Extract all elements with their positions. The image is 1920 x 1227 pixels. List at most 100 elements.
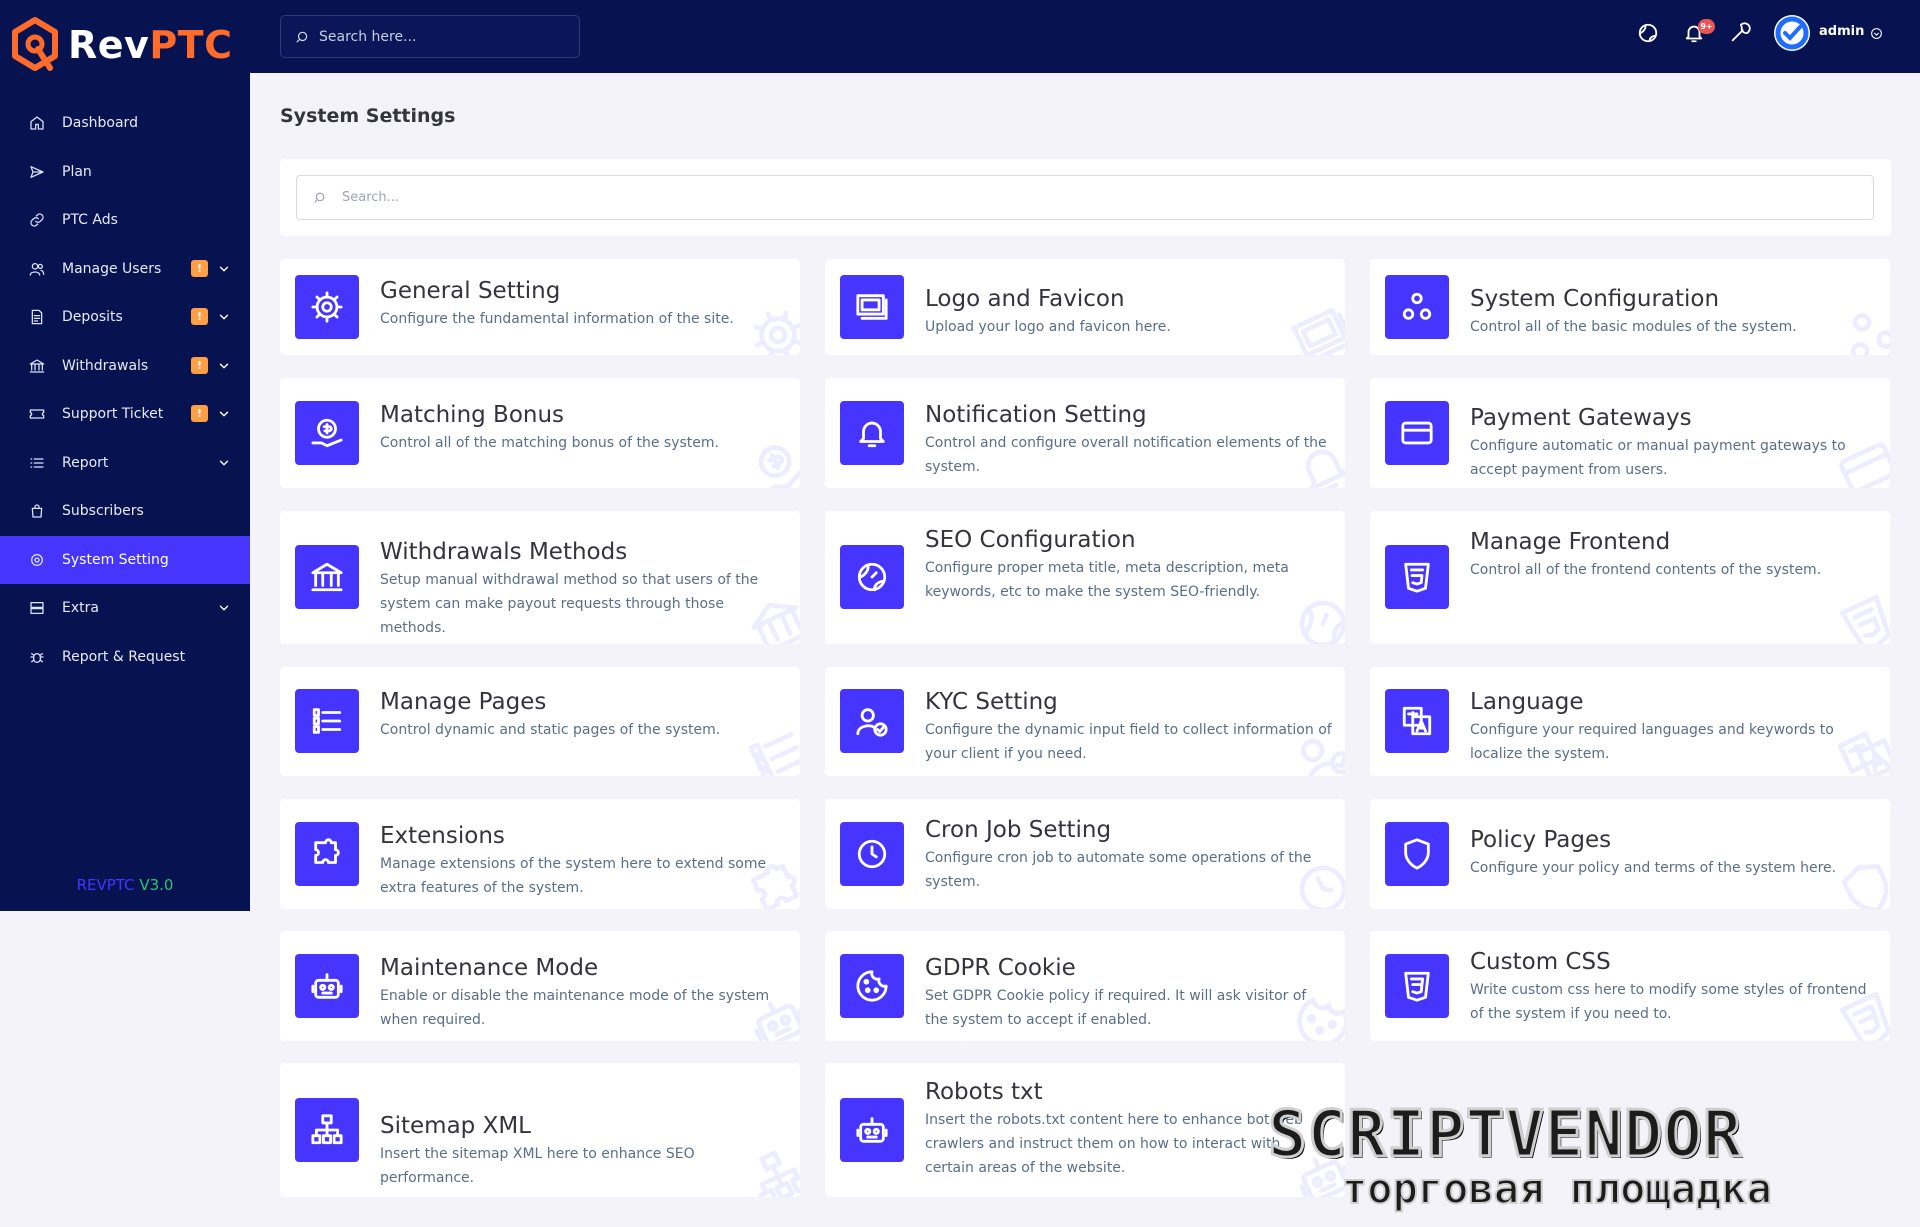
robot-icon [840,1098,904,1162]
file-invoice-icon [28,308,46,326]
sidebar-item-manage-users[interactable]: Manage Users ! [0,245,250,294]
settings-card-gdpr-cookie[interactable]: GDPR Cookie Set GDPR Cookie policy if req… [825,931,1345,1041]
card-description: Write custom css here to modify some sty… [1470,982,1867,1022]
settings-card-language[interactable]: Language Configure your required language… [1370,667,1890,776]
global-search-input[interactable]: Search here... [280,15,580,58]
alert-badge: ! [191,405,208,422]
user-check-icon [840,689,904,753]
card-title: Robots txt [925,1079,1043,1105]
sidebar-item-deposits[interactable]: Deposits ! [0,293,250,342]
card-title: Withdrawals Methods [380,539,628,565]
sidebar-item-extra[interactable]: Extra [0,584,250,633]
card-title: SEO Configuration [925,527,1136,553]
card-title: GDPR Cookie [925,955,1076,981]
robot-icon [295,954,359,1018]
settings-card-kyc-setting[interactable]: KYC Setting Configure the dynamic input f… [825,667,1345,776]
wrench-icon[interactable] [1729,22,1751,44]
settings-card-maintenance-mode[interactable]: Maintenance Mode Enable or disable the ma… [280,931,800,1041]
card-title: Maintenance Mode [380,955,599,981]
sidebar-item-ptc-ads[interactable]: PTC Ads [0,196,250,245]
settings-card-withdrawals-methods[interactable]: Withdrawals Methods Setup manual withdraw… [280,511,800,644]
sidebar-item-label: Dashboard [62,115,138,132]
settings-card-policy-pages[interactable]: Policy Pages Configure your policy and te… [1370,799,1890,909]
globe-icon[interactable] [1637,22,1659,44]
sidebar-item-plan[interactable]: Plan [0,148,250,197]
decorative-html5-icon [1831,587,1890,644]
sidebar-item-report-request[interactable]: Report & Request [0,633,250,682]
card-title: Extensions [380,823,505,849]
card-description: Enable or disable the maintenance mode o… [380,988,770,1028]
chevron-down-icon [217,601,231,615]
settings-card-general-setting[interactable]: General Setting Configure the fundamental… [280,259,800,355]
admin-username[interactable]: admin [1819,24,1864,39]
card-title: System Configuration [1470,286,1720,312]
list-icon [295,689,359,753]
settings-card-extensions[interactable]: Extensions Manage extensions of the syste… [280,799,800,909]
sidebar-item-label: Withdrawals [62,357,149,374]
sidebar-item-label: Support Ticket [62,406,164,423]
sidebar-item-system-setting[interactable]: System Setting [0,535,250,584]
settings-card-robots-txt[interactable]: Robots txt Insert the robots.txt content … [825,1063,1345,1197]
sidebar-item-withdrawals[interactable]: Withdrawals ! [0,342,250,391]
version-name: REVPTC [76,876,135,894]
card-description: Insert the sitemap XML here to enhance S… [380,1146,695,1186]
chevron-down-icon [217,310,231,324]
alert-badge: ! [191,308,208,325]
card-title: KYC Setting [925,689,1058,715]
card-title: Payment Gateways [1470,405,1692,431]
settings-card-custom-css[interactable]: Custom CSS Write custom css here to modif… [1370,931,1890,1041]
sidebar-item-subscribers[interactable]: Subscribers [0,487,250,536]
settings-card-cron-job-setting[interactable]: Cron Job Setting Configure cron job to au… [825,799,1345,909]
sitemap-icon [295,1098,359,1162]
search-placeholder: Search here... [319,28,417,45]
card-description: Control all of the matching bonus of the… [380,435,719,451]
search-icon [314,192,325,203]
logo-mark-icon [12,17,58,71]
card-title: Logo and Favicon [925,286,1125,312]
brand-logo[interactable]: Rev PTC [10,14,232,76]
bell-icon [840,401,904,465]
list-icon [28,454,46,472]
sidebar-item-label: Plan [62,163,92,180]
settings-card-manage-pages[interactable]: Manage Pages Control dynamic and static p… [280,667,800,776]
sidebar-item-dashboard[interactable]: Dashboard [0,99,250,148]
chevron-down-icon [217,359,231,373]
settings-card-payment-gateways[interactable]: Payment Gateways Configure automatic or m… [1370,378,1890,488]
bag-icon [28,502,46,520]
card-description: Control and configure overall notificati… [925,435,1327,475]
sidebar-item-support-ticket[interactable]: Support Ticket ! [0,390,250,439]
card-title: Manage Pages [380,689,547,715]
card-description: Configure cron job to automate some oper… [925,850,1312,890]
settings-card-seo-configuration[interactable]: SEO Configuration Configure proper meta t… [825,511,1345,644]
credit-card-icon [1385,401,1449,465]
card-title: Notification Setting [925,402,1147,428]
home-icon [28,114,46,132]
settings-search-input[interactable]: Search... [296,175,1874,220]
card-title: Manage Frontend [1470,529,1671,555]
alert-badge: ! [191,356,208,374]
settings-card-system-configuration[interactable]: System Configuration Control all of the b… [1370,259,1890,355]
sidebar-item-label: Report [62,454,109,471]
send-icon [28,163,46,181]
card-title: Matching Bonus [380,402,565,428]
logo-text-main: Rev [68,23,150,67]
card-description: Configure your policy and terms of the s… [1470,860,1837,876]
avatar[interactable] [1774,15,1810,51]
settings-card-notification-setting[interactable]: Notification Setting Control and configur… [825,378,1345,488]
card-title: Custom CSS [1470,949,1611,975]
settings-card-manage-frontend[interactable]: Manage Frontend Control all of the fronte… [1370,511,1890,644]
settings-search-card: Search... [280,159,1891,236]
sidebar-item-report[interactable]: Report [0,439,250,488]
card-description: Manage extensions of the system here to … [380,856,767,896]
settings-card-matching-bonus[interactable]: Matching Bonus Control all of the matchin… [280,378,800,488]
sidebar-item-label: PTC Ads [62,212,118,229]
settings-card-logo-and-favicon[interactable]: Logo and Favicon Upload your logo and fav… [825,259,1345,355]
gear-icon [295,275,359,339]
chevron-down-circle-icon[interactable] [1870,27,1883,40]
card-title: General Setting [380,278,561,304]
money-hand-icon [295,401,359,465]
card-description: Insert the robots.txt content here to en… [925,1112,1303,1176]
bank-icon [295,545,359,609]
settings-card-sitemap-xml[interactable]: Sitemap XML Insert the sitemap XML here t… [280,1063,800,1197]
search-icon [296,31,308,43]
